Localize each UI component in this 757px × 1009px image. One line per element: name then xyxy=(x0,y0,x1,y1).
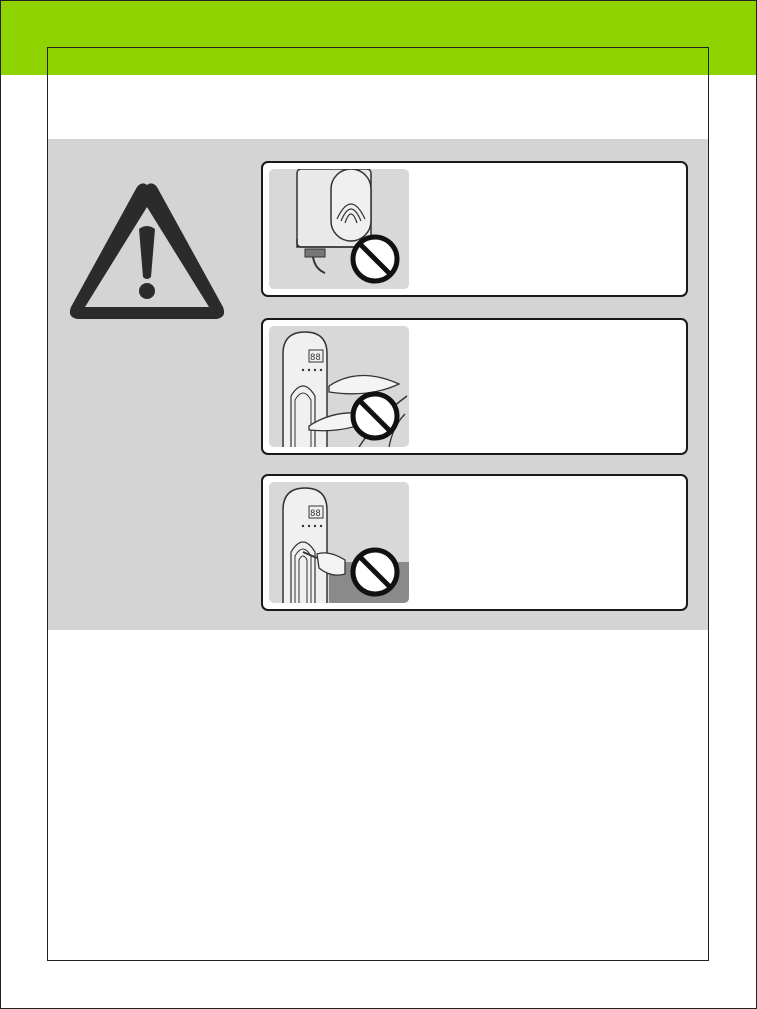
prohibited-icon xyxy=(350,547,400,597)
warning-card-3: 88 xyxy=(261,474,688,611)
tower-fan-base-cord-illustration xyxy=(269,169,409,289)
svg-text:88: 88 xyxy=(310,509,321,519)
header-accent-band xyxy=(0,0,757,75)
prohibited-icon xyxy=(350,234,400,284)
plant-near-fan-illustration: 88 xyxy=(269,326,409,447)
svg-text:88: 88 xyxy=(310,353,321,363)
warning-triangle-icon xyxy=(67,179,227,324)
hand-inserting-object-illustration: 88 xyxy=(269,482,409,603)
warning-card-2: 88 xyxy=(261,318,688,455)
warning-card-1 xyxy=(261,161,688,297)
prohibited-icon xyxy=(350,391,400,441)
